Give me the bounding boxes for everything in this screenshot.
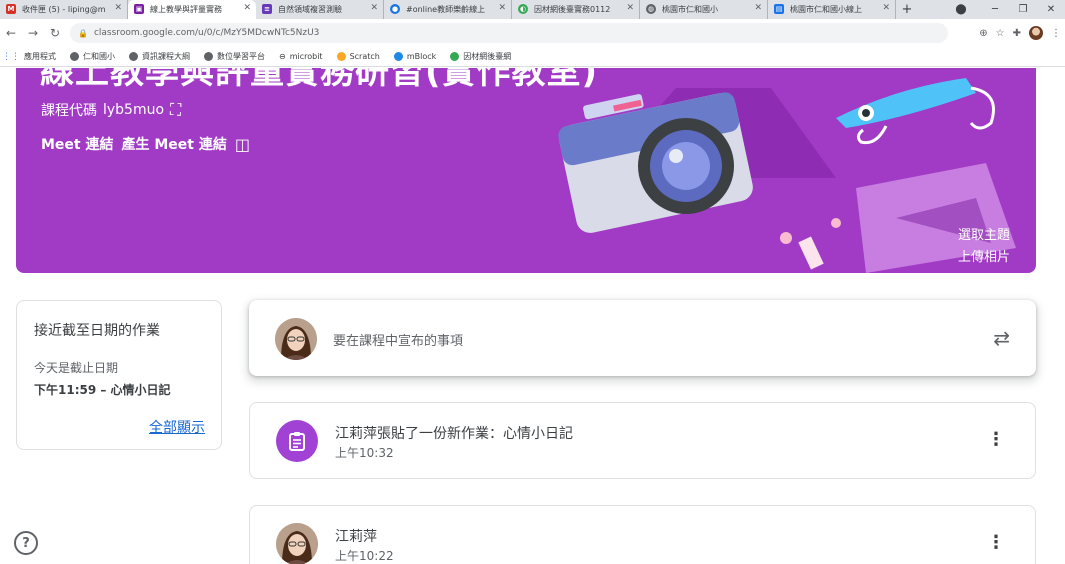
sites-icon: ▤ [774,4,784,14]
bookmark-item[interactable]: mBlock [393,52,436,61]
help-icon[interactable]: ? [14,531,38,555]
select-theme-link[interactable]: 選取主題 [958,224,1010,243]
tab-label: 線上教學與評量實務 [150,5,222,14]
close-icon[interactable]: ✕ [882,3,890,13]
close-icon[interactable]: ✕ [114,3,122,13]
repost-icon[interactable]: ⇄ [993,326,1010,350]
toolbar-icons: ⊕ ☆ ✚ ⋮ [979,19,1061,47]
forms-icon: ≡ [262,4,272,14]
tab-strip: M 收件匣 (5) - liping@m ✕ ▣ 線上教學與評量實務 ✕ ≡ 自… [0,0,1065,19]
lock-icon: 🔒 [78,28,88,38]
close-icon[interactable]: ✕ [498,3,506,13]
scratch-icon [336,52,346,61]
address-bar[interactable]: 🔒 classroom.google.com/u/0/c/MzY5MDcwNTc… [70,23,948,43]
bookmark-item[interactable]: 數位學習平台 [204,51,265,62]
post-time: 上午10:32 [335,446,394,460]
announce-placeholder: 要在課程中宣布的事項 [333,334,464,349]
site-icon: ● [390,4,400,14]
due-label: 今天是截止日期 [34,361,119,375]
new-tab-button[interactable]: + [896,0,918,19]
star-icon[interactable]: ☆ [996,28,1005,39]
tab-label: 自然領域複習測驗 [278,5,342,14]
bookmark-item[interactable]: Scratch [336,52,380,61]
globe-icon [204,52,213,61]
browser-tab-online[interactable]: ● #online教師樂齡線上 ✕ [384,0,512,19]
apps-grid-icon: ⋮⋮ [2,51,20,62]
bookmark-item[interactable]: 因材網後臺網 [450,51,511,62]
close-icon[interactable]: ✕ [370,3,378,13]
browser-tab-forms[interactable]: ≡ 自然領域複習測驗 ✕ [256,0,384,19]
generate-meet-link[interactable]: 產生 Meet 連結 [122,134,227,154]
classroom-stream: 線上教學與評量實務研習(實作教室) 課程代碼 lyb5muo ⛶ Meet 連結… [0,68,1065,564]
upload-photo-link[interactable]: 上傳相片 [958,246,1010,265]
bookmark-apps[interactable]: ⋮⋮ 應用程式 [2,51,56,62]
site-icon [450,52,460,61]
meet-label: Meet 連結 [41,137,114,153]
close-window-icon[interactable]: ✕ [1036,0,1065,19]
extensions-icon[interactable]: ✚ [1013,28,1021,39]
browser-tab-classroom[interactable]: ▣ 線上教學與評量實務 ✕ [128,0,256,19]
zoom-icon[interactable]: ⊕ [979,28,987,39]
course-banner: 線上教學與評量實務研習(實作教室) 課程代碼 lyb5muo ⛶ Meet 連結… [16,68,1036,273]
globe-icon [70,52,79,61]
close-icon[interactable]: ✕ [754,3,762,13]
menu-icon[interactable]: ⋮ [1051,28,1061,39]
upcoming-item[interactable]: 下午11:59 – 心情小日記 [34,381,171,398]
gmail-icon: M [6,4,16,14]
tab-label: 因材網後臺實務0112 [534,5,611,14]
close-icon[interactable]: ✕ [626,3,634,13]
post-time: 上午10:22 [335,549,394,563]
course-code-label: 課程代碼 [41,103,97,119]
globe-icon: ◍ [646,4,656,14]
meet-row: Meet 連結 產生 Meet 連結 ◫ [41,134,250,154]
forward-icon[interactable]: → [22,26,44,40]
site-icon: ◐ [518,4,528,14]
tab-label: 桃園市仁和國小 [662,5,718,14]
profile-record-icon[interactable]: ⬤ [946,0,976,19]
toolbar: ← → ↻ 🔒 classroom.google.com/u/0/c/MzY5M… [0,19,1065,47]
classroom-icon: ▣ [134,4,144,14]
url-text: classroom.google.com/u/0/c/MzY5MDcwNTc5N… [93,28,320,38]
bookmarks-bar: ⋮⋮ 應用程式 仁和國小 資訊課程大綱 數位學習平台 ⊖ microbit Scra… [0,47,1065,67]
avatar [275,318,317,360]
browser-tab-school[interactable]: ◍ 桃園市仁和國小 ✕ [640,0,768,19]
assignment-icon [276,420,318,462]
avatar [276,523,318,564]
view-all-link[interactable]: 全部顯示 [149,417,205,437]
bookmark-item[interactable]: 資訊課程大綱 [129,51,190,62]
bookmark-item[interactable]: 仁和國小 [70,51,115,62]
stream-post-assignment[interactable]: 江莉萍張貼了一份新作業：心情小日記 上午10:32 ⋮ [249,402,1036,479]
microbit-icon: ⊖ [279,52,286,61]
stream-post-announcement[interactable]: 江莉萍 上午10:22 ⋮ [249,505,1036,564]
upcoming-card: 接近截至日期的作業 今天是截止日期 下午11:59 – 心情小日記 全部顯示 [16,300,222,450]
announce-box[interactable]: 要在課程中宣布的事項 ⇄ [249,300,1036,376]
video-camera-icon[interactable]: ◫ [235,135,250,154]
minimize-icon[interactable]: ─ [980,0,1010,19]
reload-icon[interactable]: ↻ [44,26,66,40]
close-icon[interactable]: ✕ [243,3,251,13]
fullscreen-icon[interactable]: ⛶ [170,100,181,120]
tab-label: #online教師樂齡線上 [406,5,486,14]
restore-icon[interactable]: ❐ [1008,0,1038,19]
more-options-icon[interactable]: ⋮ [987,431,1005,449]
course-code-row: 課程代碼 lyb5muo ⛶ [41,100,181,120]
post-title: 江莉萍張貼了一份新作業：心情小日記 [335,426,573,442]
upcoming-title: 接近截至日期的作業 [34,323,160,339]
tab-label: 桃園市仁和國小線上 [790,5,862,14]
post-author: 江莉萍 [335,529,377,545]
profile-avatar[interactable] [1029,26,1043,40]
course-code-value: lyb5muo [103,102,165,118]
tab-label: 收件匣 (5) - liping@m [22,5,106,14]
browser-tab-gmail[interactable]: M 收件匣 (5) - liping@m ✕ [0,0,128,19]
globe-icon [129,52,138,61]
bookmark-item[interactable]: ⊖ microbit [279,52,323,61]
back-icon[interactable]: ← [0,26,22,40]
more-options-icon[interactable]: ⋮ [987,534,1005,552]
browser-tab-school-online[interactable]: ▤ 桃園市仁和國小線上 ✕ [768,0,896,19]
course-title: 線上教學與評量實務研習(實作教室) [40,68,599,92]
browser-tab-yincai[interactable]: ◐ 因材網後臺實務0112 ✕ [512,0,640,19]
mblock-icon [393,52,403,61]
